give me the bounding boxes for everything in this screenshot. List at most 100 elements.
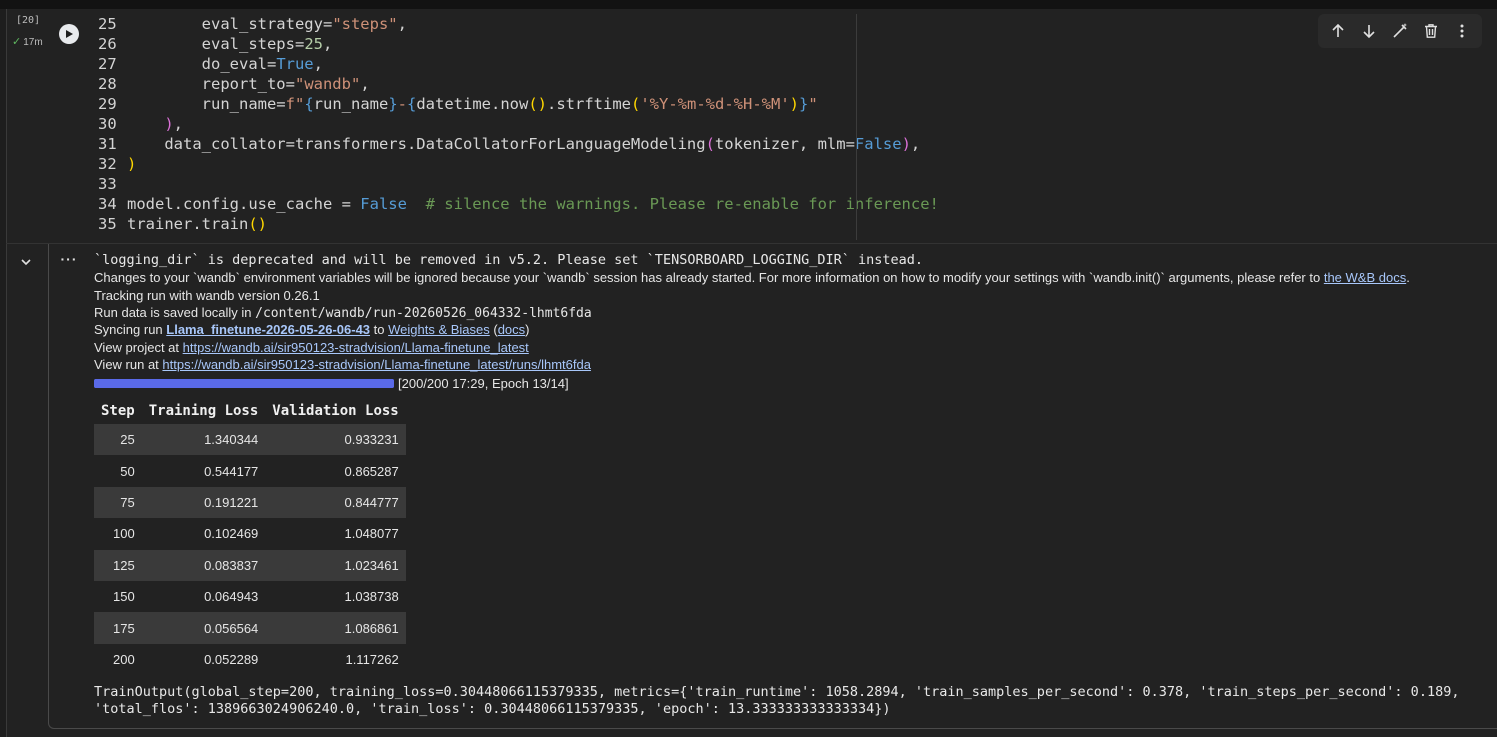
progress-fill <box>94 379 394 388</box>
run-cell-button[interactable] <box>59 24 79 44</box>
docs-link[interactable]: docs <box>498 322 525 337</box>
table-row: 125 0.083837 1.023461 <box>94 549 406 581</box>
run-saved-info: Run data is saved locally in /content/wa… <box>94 305 592 321</box>
code-text: model.config.use_cache = False # silence… <box>127 195 939 213</box>
line-number: 31 <box>98 135 117 153</box>
table-cell: 125 <box>94 549 142 581</box>
table-row: 100 0.102469 1.048077 <box>94 518 406 549</box>
run-name-link[interactable]: Llama_finetune-2026-05-26-06-43 <box>166 322 370 337</box>
line-number: 35 <box>98 215 117 233</box>
code-line: 29 run_name=f"{run_name}-{datetime.now()… <box>98 94 1497 114</box>
table-cell: 0.544177 <box>204 463 259 479</box>
table-cell: 150 <box>113 589 135 605</box>
line-number: 33 <box>98 175 117 193</box>
metrics-table: Step Training Loss Validation Loss 25 1.3… <box>94 397 406 675</box>
table-cell: 25 <box>94 424 142 456</box>
code-line: 34 model.config.use_cache = False # silen… <box>98 194 1497 214</box>
table-row: 25 1.340344 0.933231 <box>94 424 406 456</box>
wandb-link[interactable]: Weights & Biases <box>388 322 490 337</box>
collapse-output-button[interactable] <box>17 253 35 271</box>
column-header: Validation Loss <box>272 402 399 419</box>
code-line: 33 <box>98 174 1497 194</box>
deprecation-warning: `logging_dir` is deprecated and will be … <box>94 252 924 268</box>
code-line: 27 do_eval=True, <box>98 54 1497 74</box>
line-number: 25 <box>98 15 117 33</box>
progress-text: [200/200 17:29, Epoch 13/14] <box>398 376 569 391</box>
code-line: 31 data_collator=transformers.DataCollat… <box>98 134 1497 154</box>
chevron-down-icon <box>21 259 31 266</box>
code-line: 35 trainer.train() <box>98 214 1497 234</box>
run-path: /content/wandb/run-20260526_064332-lhmt6… <box>255 306 592 321</box>
table-cell: 100 <box>113 526 135 542</box>
run-link[interactable]: https://wandb.ai/sir950123-stradvision/L… <box>162 357 591 372</box>
tracking-info: Tracking run with wandb version 0.26.1 <box>94 288 320 303</box>
edit-icon[interactable] <box>1388 19 1412 43</box>
line-number: 27 <box>98 55 117 73</box>
table-cell: 175 <box>94 612 142 644</box>
play-icon <box>66 30 73 38</box>
line-number: 26 <box>98 35 117 53</box>
table-cell: 0.191221 <box>141 486 266 519</box>
line-number: 28 <box>98 75 117 93</box>
top-bar <box>0 0 1497 9</box>
table-row: 150 0.064943 1.038738 <box>94 581 406 612</box>
check-icon: ✓ <box>12 36 22 48</box>
table-cell: 1.048077 <box>344 526 399 542</box>
table-cell: 200 <box>113 651 135 667</box>
delete-icon[interactable] <box>1419 19 1443 43</box>
code-line: 28 report_to="wandb", <box>98 74 1497 94</box>
code-text: run_name=f"{run_name}-{datetime.now().st… <box>127 95 818 113</box>
more-vert-icon[interactable] <box>1450 19 1474 43</box>
run-info: View run at https://wandb.ai/sir950123-s… <box>94 357 591 372</box>
table-cell: 1.023461 <box>265 549 406 581</box>
code-text: eval_steps=25, <box>127 35 333 53</box>
table-cell: 0.933231 <box>265 424 406 456</box>
execution-count: [20] <box>15 15 41 26</box>
progress-bar <box>94 379 394 388</box>
code-line: 25 eval_strategy="steps", <box>98 14 1497 34</box>
code-editor[interactable]: 25 eval_strategy="steps", 26 eval_steps=2… <box>98 14 1497 242</box>
ruler-line <box>856 14 857 240</box>
table-cell: 0.865287 <box>344 463 399 479</box>
table-row: 200 0.052289 1.117262 <box>94 644 406 675</box>
table-row: 175 0.056564 1.086861 <box>94 612 406 644</box>
code-text: do_eval=True, <box>127 55 323 73</box>
table-cell: 0.052289 <box>204 651 259 667</box>
code-line: 30 ), <box>98 114 1497 134</box>
table-cell: 0.064943 <box>204 589 259 605</box>
code-text: data_collator=transformers.DataCollatorF… <box>127 135 921 153</box>
table-cell: 0.102469 <box>204 526 259 542</box>
arrow-up-icon[interactable] <box>1326 19 1350 43</box>
output-actions-button[interactable]: ··· <box>60 251 78 269</box>
project-info: View project at https://wandb.ai/sir9501… <box>94 340 529 355</box>
sync-info: Syncing run Llama_finetune-2026-05-26-06… <box>94 322 530 337</box>
execution-time-label: 17m <box>23 37 43 48</box>
wb-docs-link[interactable]: the W&B docs <box>1324 270 1406 285</box>
code-text: report_to="wandb", <box>127 75 370 93</box>
table-row: 75 0.191221 0.844777 <box>94 486 406 519</box>
line-number: 32 <box>98 155 117 173</box>
code-text: trainer.train() <box>127 215 267 233</box>
line-number: 30 <box>98 115 117 133</box>
table-cell: 1.086861 <box>265 612 406 644</box>
code-line: 32) <box>98 154 1497 174</box>
table-cell: 1.117262 <box>345 651 399 667</box>
code-text: ) <box>127 155 137 173</box>
arrow-down-icon[interactable] <box>1357 19 1381 43</box>
code-line: 26 eval_steps=25, <box>98 34 1497 54</box>
code-text: ), <box>164 115 184 133</box>
table-cell: 0.056564 <box>141 612 266 644</box>
column-header: Training Loss <box>148 402 259 419</box>
env-notice: Changes to your `wandb` environment vari… <box>94 270 1410 285</box>
table-row: 50 0.544177 0.865287 <box>94 455 406 486</box>
code-text: eval_strategy="steps", <box>127 15 407 33</box>
execution-time: ✓ 17m <box>12 35 43 48</box>
table-cell: 0.844777 <box>265 486 406 519</box>
table-cell: 1.038738 <box>344 589 399 605</box>
line-number: 34 <box>98 195 117 213</box>
table-cell: 50 <box>120 463 135 479</box>
project-link[interactable]: https://wandb.ai/sir950123-stradvision/L… <box>183 340 529 355</box>
column-header: Step <box>101 402 135 419</box>
cell-toolbar <box>1318 14 1482 48</box>
table-cell: 0.083837 <box>141 549 266 581</box>
